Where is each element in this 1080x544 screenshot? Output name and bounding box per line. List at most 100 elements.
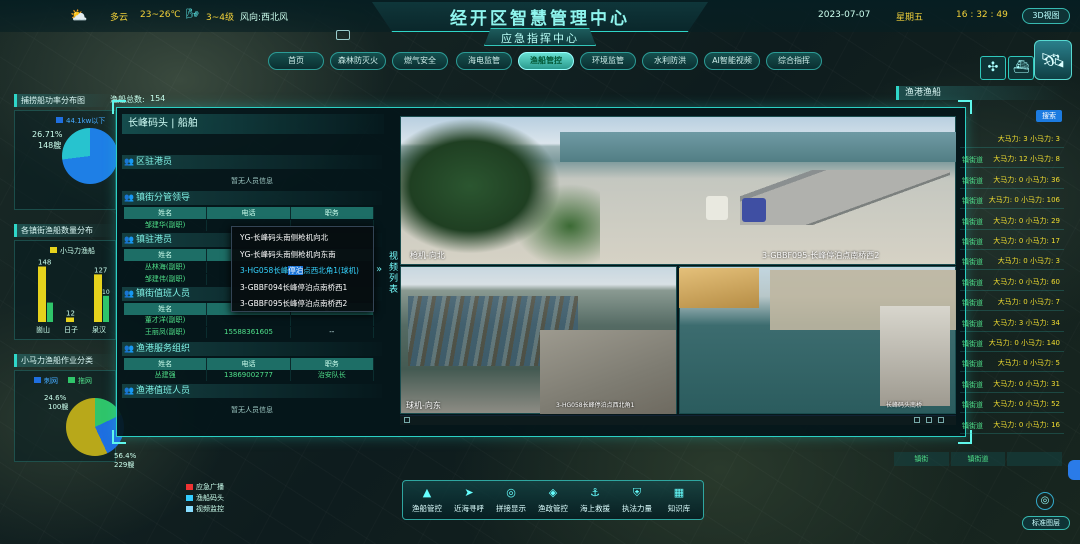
- locate-icon[interactable]: ◎: [1036, 492, 1054, 510]
- section-town-leader: 镇街分管领导: [122, 191, 382, 205]
- video-br-wall: [679, 268, 759, 308]
- legend-gillnet: 刺网: [34, 376, 58, 386]
- town-distribution-title: 各镇街渔船数量分布: [14, 224, 116, 237]
- bottom-nav-label: 拼接显示: [496, 504, 526, 513]
- wind-direction: 西北风: [261, 13, 289, 23]
- window-icon[interactable]: [336, 30, 350, 40]
- bottom-nav-icon: ▦: [673, 486, 685, 499]
- pie-percent: 26.71%: [32, 130, 63, 139]
- search-button[interactable]: 搜索: [1036, 110, 1062, 122]
- bar-value-label: 12: [66, 310, 75, 318]
- legend-camera[interactable]: 视频监控: [186, 504, 224, 514]
- wind-icon: 🌬: [186, 9, 199, 20]
- table-row[interactable]: 丛建强 13869002777 治安队长: [124, 370, 374, 381]
- video-main-pier: [740, 170, 950, 225]
- pie2-percent: 24.6%: [44, 394, 67, 402]
- bottom-nav-item[interactable]: ▲ 渔船管控: [406, 485, 448, 514]
- no-info-6: 暂无人员信息: [231, 406, 273, 414]
- town-label: 镇街道: [962, 421, 983, 430]
- bar-category-label: 泉汉: [92, 325, 106, 334]
- person-1: [706, 196, 728, 220]
- expand-arrow-icon[interactable]: »: [376, 264, 382, 275]
- wind-level: 3~4级: [206, 13, 234, 23]
- bottom-nav-item[interactable]: ◈ 渔政管控: [532, 485, 574, 514]
- town-label: 镇街道: [962, 299, 983, 308]
- bottom-nav-item[interactable]: ➤ 近海寻呼: [448, 485, 490, 514]
- legend-trawl: 拖网: [68, 376, 92, 386]
- ship-icon[interactable]: ⛴: [1008, 56, 1034, 80]
- power-distribution-title: 捕捞船功率分布图: [14, 94, 116, 107]
- right-bottom-row[interactable]: 镇街 镇街道: [894, 452, 1063, 466]
- page-title: 经开区智慧管理中心: [450, 9, 630, 29]
- town-label: 镇街道: [962, 401, 983, 410]
- video-option-selected[interactable]: 3-HG058长峰停泊点西北角1(球机): [240, 264, 374, 278]
- boat-count-text: 大马力: 0 小马力: 31: [993, 379, 1060, 388]
- nav-tab[interactable]: 水利防洪: [642, 52, 698, 70]
- nav-tab[interactable]: 首页: [268, 52, 324, 70]
- legend-power: 44.1kw以下: [56, 116, 105, 126]
- standard-layer-button[interactable]: 标准图层: [1022, 516, 1070, 530]
- grid-icon[interactable]: [926, 417, 932, 423]
- boat-count-text: 大马力: 0 小马力: 140: [988, 339, 1060, 347]
- section-district-port-staff: 区驻港员: [122, 155, 382, 169]
- nav-tab[interactable]: 环境监管: [580, 52, 636, 70]
- bottom-nav-label: 渔政管控: [538, 504, 568, 513]
- stop-icon[interactable]: [404, 417, 410, 423]
- bar: [38, 266, 46, 322]
- operation-class-title: 小马力渔船作业分类: [14, 354, 116, 367]
- side-toggle-button[interactable]: [1068, 460, 1080, 480]
- video-option[interactable]: YG-长峰码头南侧枪机向东南: [240, 248, 374, 262]
- pie2-count: 100艘: [48, 403, 69, 411]
- 3d-view-button[interactable]: 3D视图: [1022, 8, 1070, 24]
- boat-count-text: 大马力: 3 小马力: 34: [993, 318, 1060, 327]
- bar-value-label: 148: [38, 259, 51, 267]
- wind-dir-label: 风向:: [240, 13, 262, 23]
- video-option[interactable]: 3-GBBF094长峰停泊点南桥西1: [240, 281, 374, 295]
- modal-corner-tr: [958, 100, 972, 114]
- table-header-service: 姓名 电话 职务: [124, 358, 374, 370]
- bottom-nav-item[interactable]: ⚓ 海上救援: [574, 485, 616, 514]
- snapshot-icon[interactable]: [914, 417, 920, 423]
- legend-broadcast[interactable]: 应急广播: [186, 482, 224, 492]
- nav-tab[interactable]: 渔船管控: [518, 52, 574, 70]
- town-label: 镇街道: [962, 156, 983, 165]
- power-pie-chart: [62, 128, 118, 184]
- modal-corner-tl: [112, 100, 126, 114]
- temperature: 23~26℃: [140, 10, 181, 20]
- bottom-nav-item[interactable]: ⛨ 执法力量: [616, 485, 658, 514]
- video-option[interactable]: YG-长峰码头南侧枪机向北: [240, 231, 374, 245]
- video-main-trees: [400, 116, 600, 265]
- bar-secondary-label: 10: [102, 289, 110, 296]
- list-item[interactable]: 大马力: 3 小马力: 3: [960, 130, 1064, 148]
- boat-count-text: 大马力: 0 小马力: 3: [997, 257, 1060, 266]
- nav-tab[interactable]: 海电监管: [456, 52, 512, 70]
- boat-count-text: 大马力: 3 小马力: 3: [997, 135, 1060, 143]
- legend-port[interactable]: 渔船码头: [186, 493, 224, 503]
- video-list-tab[interactable]: 视频列表: [389, 252, 399, 296]
- table-row[interactable]: 王丽凤(副职) 15588361605 --: [124, 327, 374, 338]
- satellite-icon[interactable]: 🛰: [1034, 40, 1072, 80]
- bottom-nav-item[interactable]: ◎ 拼接显示: [490, 485, 532, 514]
- boat-count-text: 大马力: 0 小马力: 17: [993, 237, 1060, 245]
- boat-count-text: 大马力: 0 小马力: 7: [997, 298, 1060, 307]
- nav-tab[interactable]: 综合指挥: [766, 52, 822, 70]
- fullscreen-icon[interactable]: [938, 417, 944, 423]
- cam-bl-label-left: 球机-向东: [406, 401, 441, 410]
- bottom-nav-icon: ◈: [548, 486, 558, 499]
- table-row[interactable]: 董才洋(副职): [124, 315, 374, 326]
- town-label: 镇街道: [962, 258, 983, 267]
- table-header-leader: 姓名 电话 职务: [124, 207, 374, 219]
- bottom-nav-item[interactable]: ▦ 知识库: [658, 485, 700, 514]
- boat-count-text: 大马力: 12 小马力: 8: [993, 155, 1060, 164]
- nav-tab[interactable]: 森林防灭火: [330, 52, 386, 70]
- video-option[interactable]: 3-GBBF095长峰停泊点南桥西2: [240, 297, 374, 311]
- date: 2023-07-07: [818, 10, 871, 20]
- nav-tab[interactable]: AI智能视频: [704, 52, 760, 70]
- pie3-percent: 56.4%: [114, 452, 137, 460]
- boat-count-text: 大马力: 0 小马力: 36: [993, 175, 1060, 184]
- section-port-service-org: 渔港服务组织: [122, 342, 382, 356]
- drone-icon[interactable]: ✣: [980, 56, 1006, 80]
- person-2: [742, 198, 766, 222]
- clock: 16 : 32 : 49: [956, 10, 1008, 20]
- nav-tab[interactable]: 燃气安全: [392, 52, 448, 70]
